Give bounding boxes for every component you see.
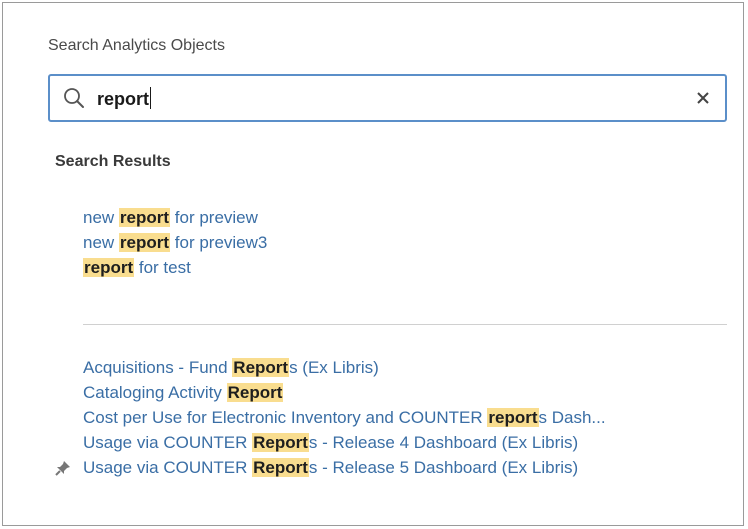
- match-highlight: Report: [252, 458, 309, 477]
- result-text: Cost per Use for Electronic Inventory an…: [83, 408, 488, 427]
- search-results-heading: Search Results: [55, 153, 171, 170]
- pin-icon[interactable]: [55, 460, 71, 476]
- result-text: Usage via COUNTER: [83, 458, 253, 477]
- result-text: s Dash...: [538, 408, 606, 427]
- result-list-shared: Acquisitions - Fund Reports (Ex Libris) C…: [55, 355, 606, 480]
- result-text: new: [83, 233, 119, 252]
- result-text: s - Release 4 Dashboard (Ex Libris): [308, 433, 579, 452]
- match-highlight: report: [118, 233, 171, 252]
- result-text: for preview: [170, 208, 258, 227]
- result-link[interactable]: Usage via COUNTER Reports - Release 5 Da…: [55, 455, 606, 480]
- result-link[interactable]: new report for preview3: [83, 230, 267, 255]
- result-text: for test: [134, 258, 191, 277]
- result-link[interactable]: new report for preview: [83, 205, 267, 230]
- divider: [83, 324, 727, 325]
- result-text: Acquisitions - Fund: [83, 358, 233, 377]
- result-text: Cataloging Activity: [83, 383, 227, 402]
- match-highlight: report: [118, 208, 171, 227]
- match-highlight: report: [83, 258, 135, 277]
- text-caret: [150, 87, 152, 109]
- result-text: Usage via COUNTER: [83, 433, 253, 452]
- close-icon[interactable]: [695, 90, 711, 106]
- result-text: s (Ex Libris): [289, 358, 379, 377]
- match-highlight: report: [487, 408, 539, 427]
- match-highlight: Report: [226, 383, 284, 402]
- result-link[interactable]: Cataloging Activity Report: [83, 380, 606, 405]
- result-link[interactable]: Acquisitions - Fund Reports (Ex Libris): [83, 355, 606, 380]
- result-text: new: [83, 208, 119, 227]
- result-text: s - Release 5 Dashboard (Ex Libris): [308, 458, 579, 477]
- match-highlight: Report: [252, 433, 309, 452]
- result-text: for preview3: [170, 233, 268, 252]
- search-icon: [64, 88, 84, 108]
- search-input-value: report: [97, 87, 152, 109]
- search-input[interactable]: report: [48, 74, 727, 122]
- search-panel: Search Analytics Objects report Search R…: [2, 2, 744, 526]
- result-link[interactable]: report for test: [83, 255, 267, 280]
- result-link[interactable]: Cost per Use for Electronic Inventory an…: [83, 405, 606, 430]
- search-label: Search Analytics Objects: [48, 37, 225, 54]
- match-highlight: Report: [232, 358, 290, 377]
- result-link[interactable]: Usage via COUNTER Reports - Release 4 Da…: [83, 430, 606, 455]
- result-list-user: new report for preview new report for pre…: [83, 205, 267, 280]
